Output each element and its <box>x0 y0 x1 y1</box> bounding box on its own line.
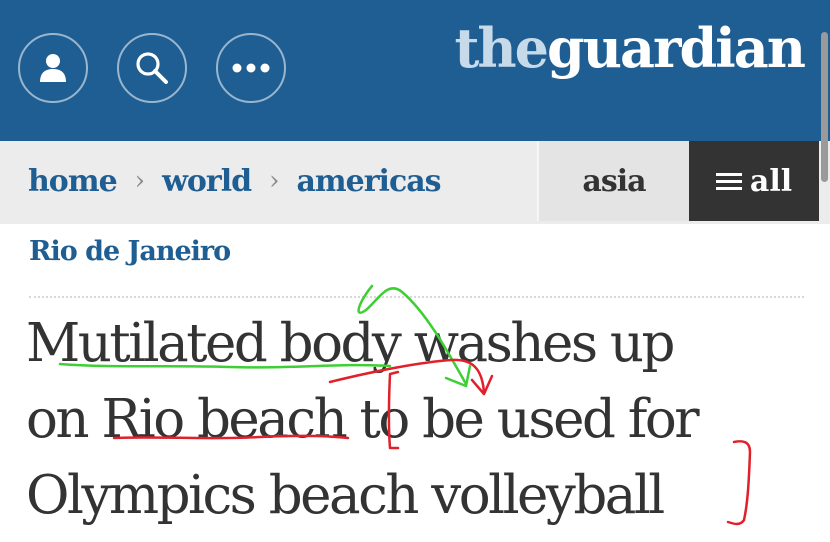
breadcrumb-separator: › <box>269 166 279 196</box>
search-icon <box>136 52 168 84</box>
all-sections-button[interactable]: all <box>689 141 819 221</box>
profile-button[interactable] <box>18 33 88 103</box>
logo-guardian: guardian <box>547 16 806 80</box>
article-headline: Mutilated body washes up on Rio beach to… <box>26 306 816 534</box>
all-sections-label: all <box>749 163 793 199</box>
more-icon <box>232 63 270 73</box>
section-nav: home › world › americas asia all <box>0 141 830 224</box>
profile-icon <box>40 54 66 82</box>
headline-line: Mutilated body washes up <box>26 313 675 374</box>
headline-line: Olympics beach volleyball <box>26 465 665 526</box>
headline-line: on Rio beach to be used for <box>26 389 700 450</box>
breadcrumb-world[interactable]: world <box>162 164 252 199</box>
breadcrumb: home › world › americas <box>28 141 442 221</box>
scrollbar[interactable] <box>821 32 828 182</box>
guardian-logo[interactable]: theguardian <box>454 12 806 84</box>
divider <box>29 296 804 298</box>
more-button[interactable] <box>216 33 286 103</box>
search-button[interactable] <box>117 33 187 103</box>
masthead: theguardian <box>0 0 830 141</box>
breadcrumb-separator: › <box>134 166 145 196</box>
breadcrumb-home[interactable]: home <box>28 164 118 199</box>
hamburger-icon <box>715 173 742 190</box>
breadcrumb-americas[interactable]: americas <box>296 164 441 199</box>
section-kicker[interactable]: Rio de Janeiro <box>29 236 231 267</box>
nav-item-asia[interactable]: asia <box>537 141 689 221</box>
logo-the: the <box>454 16 549 80</box>
nav-item-asia-label: asia <box>582 163 646 199</box>
